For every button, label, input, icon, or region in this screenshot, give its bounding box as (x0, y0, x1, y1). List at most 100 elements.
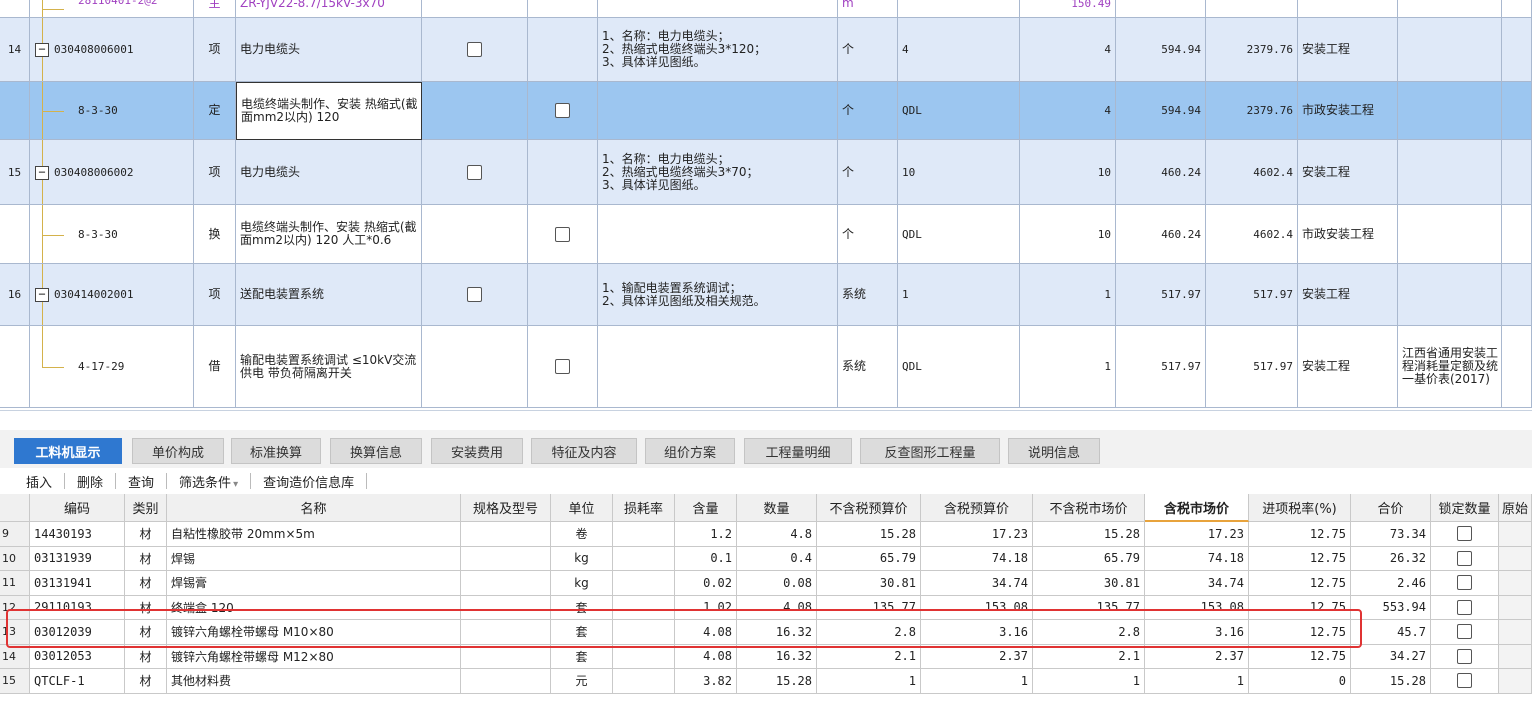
cell-content[interactable]: 3.82 (675, 669, 737, 694)
collapse-icon[interactable]: − (35, 288, 49, 302)
cell-cat[interactable]: 材 (125, 571, 167, 596)
checkbox-cell[interactable] (528, 326, 598, 408)
cell-qty[interactable]: 0.08 (737, 571, 817, 596)
lock-quantity-checkbox[interactable] (1457, 550, 1472, 566)
column-header[interactable]: 编码 (30, 494, 125, 522)
cell-orig[interactable] (1499, 644, 1532, 669)
cell-tax[interactable]: 12.75 (1249, 571, 1351, 596)
cell-total[interactable]: 2.46 (1351, 571, 1431, 596)
cell-unit[interactable]: 套 (551, 620, 613, 645)
cell-budget_in[interactable]: 153.08 (921, 595, 1033, 620)
cell-unit[interactable]: 套 (551, 595, 613, 620)
cell-tax[interactable]: 0 (1249, 669, 1351, 694)
tab-7[interactable]: 组价方案 (645, 438, 735, 464)
cell-code[interactable]: 03131941 (30, 571, 125, 596)
cell-market_ex[interactable]: 135.77 (1033, 595, 1145, 620)
checkbox-cell[interactable] (422, 18, 528, 82)
cell-market_ex[interactable]: 65.79 (1033, 546, 1145, 571)
cell-market_ex[interactable]: 2.8 (1033, 620, 1145, 645)
cell-tax[interactable]: 12.75 (1249, 546, 1351, 571)
cell-tax[interactable]: 12.75 (1249, 620, 1351, 645)
cell-budget_in[interactable]: 34.74 (921, 571, 1033, 596)
row-checkbox[interactable] (555, 226, 570, 242)
cell-name[interactable]: 镀锌六角螺栓带螺母 M12×80 (167, 644, 461, 669)
cell-name[interactable]: 自粘性橡胶带 20mm×5m (167, 522, 461, 547)
cell-content[interactable]: 4.08 (675, 644, 737, 669)
column-header[interactable]: 类别 (125, 494, 167, 522)
cell-orig[interactable] (1499, 620, 1532, 645)
column-header[interactable]: 单位 (551, 494, 613, 522)
cell-cat[interactable]: 材 (125, 522, 167, 547)
cell-spec[interactable] (461, 644, 551, 669)
cell-market_ex[interactable]: 2.1 (1033, 644, 1145, 669)
cell-content[interactable]: 0.02 (675, 571, 737, 596)
cell-market_in[interactable]: 153.08 (1145, 595, 1249, 620)
cell-qty[interactable]: 16.32 (737, 620, 817, 645)
lock-quantity-checkbox[interactable] (1457, 673, 1472, 689)
cell-total[interactable]: 553.94 (1351, 595, 1431, 620)
cell-market_in[interactable]: 17.23 (1145, 522, 1249, 547)
cell-total[interactable]: 15.28 (1351, 669, 1431, 694)
cell-qty[interactable]: 16.32 (737, 644, 817, 669)
cell-tax[interactable]: 12.75 (1249, 595, 1351, 620)
column-header[interactable]: 不含税市场价 (1033, 494, 1145, 522)
qty-expression[interactable]: QDL (898, 326, 1020, 408)
cell-market_in[interactable]: 1 (1145, 669, 1249, 694)
cell-budget_in[interactable]: 17.23 (921, 522, 1033, 547)
cell-code[interactable]: 03012053 (30, 644, 125, 669)
cell-budget_ex[interactable]: 15.28 (817, 522, 921, 547)
tab-4[interactable]: 换算信息 (330, 438, 422, 464)
tab-6[interactable]: 特征及内容 (531, 438, 637, 464)
checkbox-cell[interactable] (422, 326, 528, 408)
checkbox-cell[interactable] (422, 0, 528, 18)
cell-budget_ex[interactable]: 135.77 (817, 595, 921, 620)
column-header[interactable] (0, 494, 30, 522)
cell-no[interactable]: 14 (0, 644, 30, 669)
cell-loss[interactable] (613, 571, 675, 596)
cell-budget_in[interactable]: 74.18 (921, 546, 1033, 571)
cell-unit[interactable]: 卷 (551, 522, 613, 547)
cell-no[interactable]: 9 (0, 522, 30, 547)
column-header[interactable]: 名称 (167, 494, 461, 522)
cell-loss[interactable] (613, 620, 675, 645)
tab-2[interactable]: 单价构成 (132, 438, 224, 464)
column-header[interactable]: 锁定数量 (1431, 494, 1499, 522)
cell-spec[interactable] (461, 595, 551, 620)
cell-spec[interactable] (461, 571, 551, 596)
cell-orig[interactable] (1499, 522, 1532, 547)
row-checkbox[interactable] (555, 103, 570, 118)
cell-no[interactable]: 13 (0, 620, 30, 645)
lock-quantity-checkbox[interactable] (1457, 575, 1472, 591)
cell-budget_in[interactable]: 2.37 (921, 644, 1033, 669)
column-header[interactable]: 规格及型号 (461, 494, 551, 522)
cell-content[interactable]: 1.2 (675, 522, 737, 547)
checkbox-cell[interactable] (422, 140, 528, 205)
cell-budget_ex[interactable]: 2.8 (817, 620, 921, 645)
checkbox-cell[interactable] (528, 82, 598, 140)
cell-qty[interactable]: 15.28 (737, 669, 817, 694)
qty-expression[interactable]: 10 (898, 140, 1020, 205)
tab-3[interactable]: 标准换算 (231, 438, 321, 464)
cell-total[interactable]: 34.27 (1351, 644, 1431, 669)
row-checkbox[interactable] (467, 42, 482, 57)
cell-market_ex[interactable]: 1 (1033, 669, 1145, 694)
insert-button[interactable]: 插入 (14, 472, 64, 491)
checkbox-cell[interactable] (528, 140, 598, 205)
checkbox-cell[interactable] (528, 0, 598, 18)
cell-orig[interactable] (1499, 595, 1532, 620)
lock-quantity-checkbox[interactable] (1457, 599, 1472, 615)
item-name[interactable]: ZR-YJV22-8.7/15kV-3x70 (236, 0, 422, 18)
cell-spec[interactable] (461, 669, 551, 694)
qty-expression[interactable]: 1 (898, 264, 1020, 326)
tab-8[interactable]: 工程量明细 (744, 438, 852, 464)
item-name[interactable]: 电缆终端头制作、安装 热缩式(截面mm2以内) 120 (236, 82, 422, 140)
cell-name[interactable]: 焊锡膏 (167, 571, 461, 596)
column-header[interactable]: 合价 (1351, 494, 1431, 522)
cell-loss[interactable] (613, 644, 675, 669)
cell-total[interactable]: 73.34 (1351, 522, 1431, 547)
checkbox-cell[interactable] (422, 82, 528, 140)
cell-budget_in[interactable]: 1 (921, 669, 1033, 694)
cell-cat[interactable]: 材 (125, 595, 167, 620)
cell-budget_ex[interactable]: 30.81 (817, 571, 921, 596)
cell-loss[interactable] (613, 522, 675, 547)
